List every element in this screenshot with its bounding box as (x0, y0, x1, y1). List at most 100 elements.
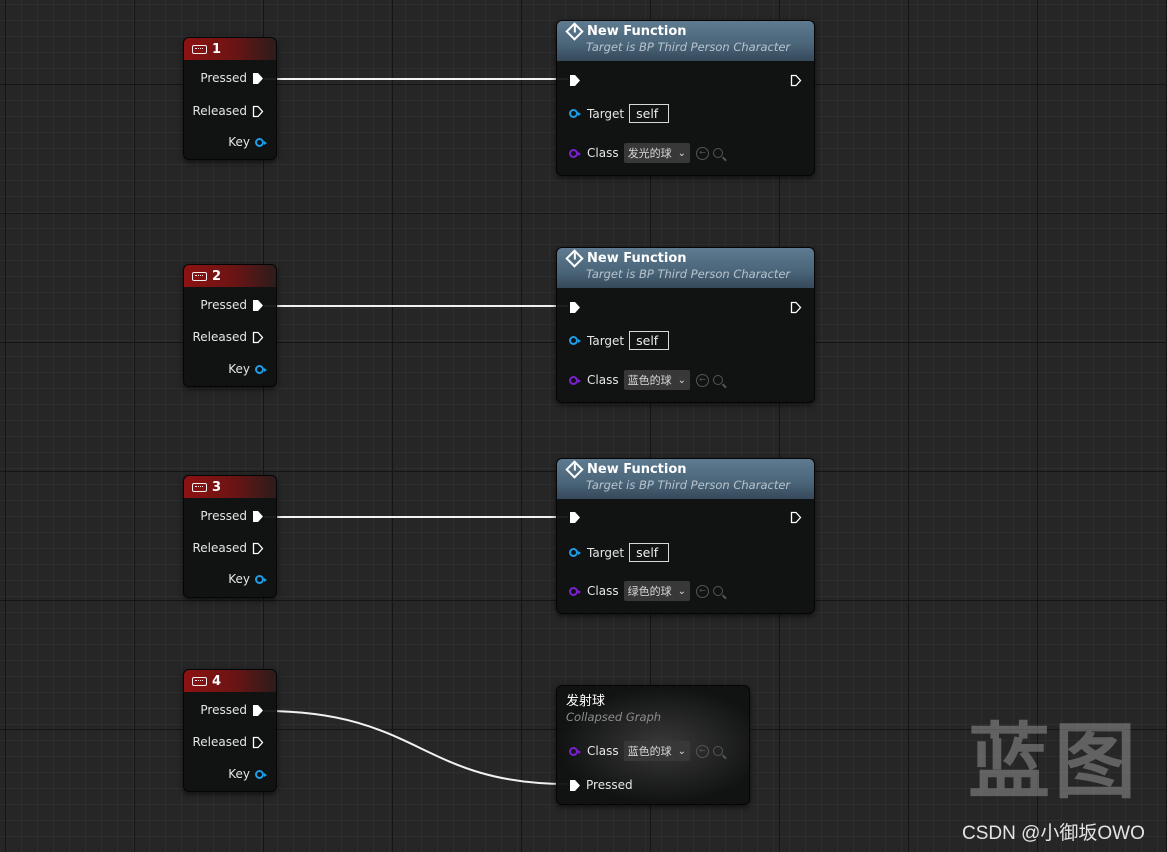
function-subtitle: Target is BP Third Person Character (586, 267, 791, 281)
keyboard-icon (192, 482, 207, 492)
search-icon[interactable] (712, 586, 723, 596)
keyboard-icon (192, 44, 207, 54)
pressed-pin[interactable]: Pressed (200, 703, 264, 717)
exec-pin-icon[interactable] (252, 331, 264, 344)
class-pin[interactable]: Class 蓝色的球 ⌄ ← (569, 741, 723, 761)
exec-out-pin-icon[interactable] (790, 74, 802, 87)
exec-pin-icon[interactable] (252, 299, 264, 312)
function-header: New Function Target is BP Third Person C… (557, 459, 814, 499)
function-node-2[interactable]: New Function Target is BP Third Person C… (556, 247, 815, 403)
keyboard-icon (192, 676, 207, 686)
function-icon (565, 249, 584, 268)
key-pin[interactable]: Key (228, 767, 267, 781)
watermark-credit: CSDN @小御坂OWO (962, 823, 1145, 844)
released-pin[interactable]: Released (192, 735, 264, 749)
released-pin[interactable]: Released (192, 541, 264, 555)
data-pin-icon[interactable] (569, 548, 581, 557)
released-pin[interactable]: Released (192, 104, 264, 118)
target-value[interactable]: self (629, 331, 670, 350)
chevron-down-icon: ⌄ (677, 374, 686, 386)
exec-pin-icon[interactable] (569, 779, 581, 792)
chevron-down-icon: ⌄ (677, 745, 686, 757)
event-header: 2 (184, 265, 276, 287)
exec-in-pin-icon[interactable] (569, 511, 581, 524)
exec-in-pin-icon[interactable] (569, 74, 581, 87)
pressed-pin[interactable]: Pressed (200, 71, 264, 85)
collapsed-subtitle: Collapsed Graph (566, 710, 662, 724)
data-pin-icon[interactable] (255, 137, 267, 147)
data-pin-icon[interactable] (569, 746, 581, 756)
class-pin[interactable]: Class 发光的球 ⌄ ← (569, 143, 723, 163)
event-key-label: 2 (212, 268, 222, 284)
event-key-label: 4 (212, 673, 222, 689)
event-header: 1 (184, 38, 276, 60)
data-pin-icon[interactable] (569, 148, 581, 158)
function-icon (565, 22, 584, 41)
reset-arrow-icon[interactable]: ← (695, 744, 709, 758)
event-node-key-1[interactable]: 1 Pressed Released Key (183, 37, 277, 160)
class-dropdown[interactable]: 蓝色的球 ⌄ (623, 741, 690, 761)
target-value[interactable]: self (629, 543, 670, 562)
reset-arrow-icon[interactable]: ← (695, 146, 709, 160)
key-pin[interactable]: Key (228, 572, 267, 586)
search-icon[interactable] (712, 148, 723, 158)
data-pin-icon[interactable] (255, 769, 267, 779)
class-dropdown[interactable]: 蓝色的球 ⌄ (623, 370, 690, 390)
exec-wire-4[interactable] (263, 710, 569, 785)
search-icon[interactable] (712, 375, 723, 385)
function-node-1[interactable]: New Function Target is BP Third Person C… (556, 20, 815, 176)
reset-arrow-icon[interactable]: ← (695, 373, 709, 387)
exec-pin-icon[interactable] (252, 704, 264, 717)
event-key-label: 3 (212, 479, 222, 495)
class-dropdown[interactable]: 绿色的球 ⌄ (623, 581, 690, 601)
data-pin-icon[interactable] (569, 336, 581, 345)
data-pin-icon[interactable] (569, 109, 581, 118)
keyboard-icon (192, 271, 207, 281)
function-title: New Function (587, 24, 687, 39)
event-header: 4 (184, 670, 276, 692)
exec-out-pin-icon[interactable] (790, 511, 802, 524)
event-node-key-4[interactable]: 4 Pressed Released Key (183, 669, 277, 792)
target-value[interactable]: self (629, 104, 670, 123)
event-node-key-3[interactable]: 3 Pressed Released Key (183, 475, 277, 598)
released-pin[interactable]: Released (192, 330, 264, 344)
search-icon[interactable] (712, 746, 723, 756)
event-key-label: 1 (212, 41, 222, 57)
data-pin-icon[interactable] (569, 586, 581, 596)
chevron-down-icon: ⌄ (677, 585, 686, 597)
function-title: New Function (587, 462, 687, 477)
exec-pin-icon[interactable] (252, 510, 264, 523)
event-node-key-2[interactable]: 2 Pressed Released Key (183, 264, 277, 387)
pressed-input-pin[interactable]: Pressed (569, 778, 633, 792)
function-header: New Function Target is BP Third Person C… (557, 248, 814, 288)
pressed-pin[interactable]: Pressed (200, 298, 264, 312)
function-subtitle: Target is BP Third Person Character (586, 40, 791, 54)
target-pin[interactable]: Target self (569, 331, 670, 350)
class-pin[interactable]: Class 绿色的球 ⌄ ← (569, 581, 723, 601)
key-pin[interactable]: Key (228, 135, 267, 149)
exec-pin-icon[interactable] (252, 736, 264, 749)
data-pin-icon[interactable] (255, 364, 267, 374)
function-header: New Function Target is BP Third Person C… (557, 21, 814, 61)
class-dropdown[interactable]: 发光的球 ⌄ (623, 143, 690, 163)
function-subtitle: Target is BP Third Person Character (586, 478, 791, 492)
chevron-down-icon: ⌄ (677, 147, 686, 159)
pressed-pin[interactable]: Pressed (200, 509, 264, 523)
watermark-logo: 蓝图 (968, 715, 1141, 810)
exec-in-pin-icon[interactable] (569, 301, 581, 314)
data-pin-icon[interactable] (569, 375, 581, 385)
collapsed-graph-node[interactable]: 发射球 Collapsed Graph Class 蓝色的球 ⌄ ← Pressed (556, 685, 750, 805)
function-icon (565, 460, 584, 479)
data-pin-icon[interactable] (255, 574, 267, 584)
exec-pin-icon[interactable] (252, 105, 264, 118)
reset-arrow-icon[interactable]: ← (695, 584, 709, 598)
key-pin[interactable]: Key (228, 362, 267, 376)
exec-pin-icon[interactable] (252, 72, 264, 85)
target-pin[interactable]: Target self (569, 104, 670, 123)
event-header: 3 (184, 476, 276, 498)
exec-pin-icon[interactable] (252, 542, 264, 555)
target-pin[interactable]: Target self (569, 543, 670, 562)
function-node-3[interactable]: New Function Target is BP Third Person C… (556, 458, 815, 614)
class-pin[interactable]: Class 蓝色的球 ⌄ ← (569, 370, 723, 390)
exec-out-pin-icon[interactable] (790, 301, 802, 314)
